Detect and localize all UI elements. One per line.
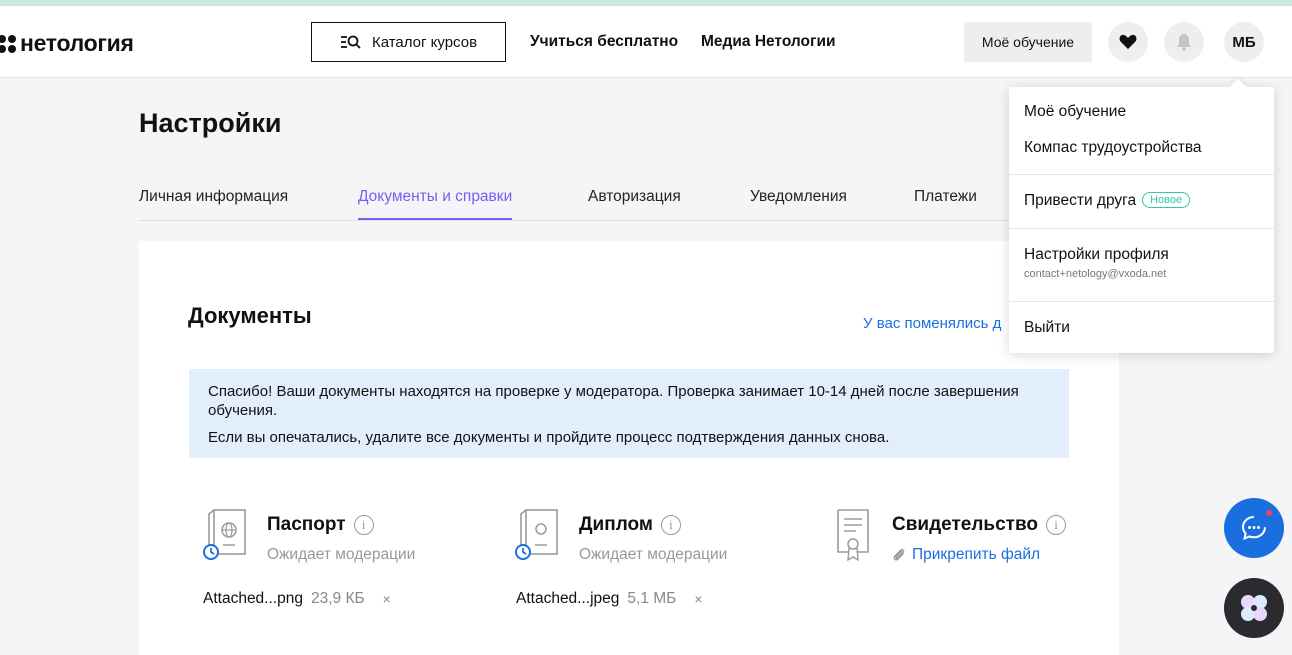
catalog-label: Каталог курсов — [371, 33, 478, 51]
nav-media[interactable]: Медиа Нетологии — [701, 33, 836, 51]
diploma-file-name[interactable]: Attached...jpeg — [516, 590, 619, 608]
passport-status: Ожидает модерации — [267, 546, 416, 563]
passport-title: Паспорт i — [267, 514, 374, 536]
menu-my-learning[interactable]: Моё обучение — [1024, 103, 1126, 121]
tab-personal-info[interactable]: Личная информация — [139, 188, 288, 218]
logo-icon — [0, 34, 16, 53]
paperclip-icon — [893, 548, 905, 561]
passport-file-size: 23,9 КБ — [310, 590, 365, 607]
tab-notifications[interactable]: Уведомления — [750, 188, 847, 218]
notice-text-2: Если вы опечатались, удалите все докумен… — [208, 429, 890, 446]
netology-assistant-button[interactable] — [1224, 578, 1284, 638]
passport-info-icon[interactable]: i — [353, 515, 374, 535]
diploma-info-icon[interactable]: i — [660, 515, 681, 535]
menu-career-compass[interactable]: Компас трудоустройства — [1024, 139, 1202, 157]
settings-tabs: Личная информация Документы и справки Ав… — [139, 188, 1019, 221]
catalog-button[interactable]: Каталог курсов — [311, 22, 506, 62]
tab-authorization[interactable]: Авторизация — [588, 188, 681, 218]
profile-dropdown: Моё обучение Компас трудоустройства Прив… — [1009, 87, 1274, 353]
certificate-info-icon[interactable]: i — [1046, 515, 1066, 535]
header: нетология Каталог курсов Учиться бесплат… — [0, 6, 1292, 78]
chat-notification-dot — [1264, 508, 1274, 518]
diploma-file: Attached...jpeg 5,1 МБ × — [516, 590, 703, 608]
user-email: contact+netology@vxoda.net — [1024, 268, 1167, 280]
passport-file-name[interactable]: Attached...png — [203, 590, 303, 608]
attach-file-label: Прикрепить файл — [912, 546, 1041, 563]
diploma-icon — [515, 509, 558, 560]
documents-title: Документы — [188, 303, 312, 328]
tab-documents[interactable]: Документы и справки — [358, 188, 513, 220]
page-title: Настройки — [139, 108, 282, 138]
notice-text-1: Спасибо! Ваши документы находятся на про… — [208, 383, 1019, 419]
menu-divider — [1009, 228, 1274, 229]
attach-file-link[interactable]: Прикрепить файл — [892, 546, 1040, 564]
menu-profile-settings[interactable]: Настройки профиля — [1024, 246, 1169, 264]
my-learning-button[interactable]: Моё обучение — [964, 22, 1092, 62]
chat-button[interactable] — [1224, 498, 1284, 558]
passport-name: Паспорт — [267, 514, 346, 535]
catalog-search-icon — [340, 35, 361, 49]
notifications-button[interactable] — [1164, 22, 1204, 62]
heart-icon — [1119, 34, 1137, 49]
passport-icon — [203, 509, 246, 560]
nav-learn-free[interactable]: Учиться бесплатно — [530, 33, 678, 51]
avatar[interactable]: МБ — [1224, 22, 1264, 62]
documents-card: Документы У вас поменялись д Спасибо! Ва… — [139, 241, 1119, 655]
passport-file: Attached...png 23,9 КБ × — [203, 590, 391, 608]
documents-changed-link[interactable]: У вас поменялись д — [863, 315, 1001, 332]
diploma-file-remove-icon[interactable]: × — [694, 591, 702, 607]
logo-text: нетология — [20, 30, 134, 56]
diploma-name: Диплом — [579, 514, 653, 535]
certificate-name: Свидетельство — [892, 514, 1038, 535]
passport-file-remove-icon[interactable]: × — [383, 591, 391, 607]
certificate-icon — [837, 509, 869, 562]
tab-payments[interactable]: Платежи — [914, 188, 977, 218]
menu-invite-friend-label: Привести друга — [1024, 192, 1137, 209]
favorites-button[interactable] — [1108, 22, 1148, 62]
moderation-notice: Спасибо! Ваши документы находятся на про… — [189, 369, 1069, 458]
menu-divider — [1009, 301, 1274, 302]
certificate-title: Свидетельство i — [892, 514, 1066, 536]
logo[interactable]: нетология — [0, 30, 134, 57]
menu-logout[interactable]: Выйти — [1024, 319, 1070, 337]
menu-invite-friend[interactable]: Привести друга Новое — [1024, 192, 1191, 210]
diploma-title: Диплом i — [579, 514, 681, 536]
menu-divider — [1009, 174, 1274, 175]
flower-icon — [1241, 595, 1267, 621]
bell-icon — [1177, 34, 1191, 51]
diploma-file-size: 5,1 МБ — [627, 590, 677, 607]
diploma-status: Ожидает модерации — [579, 546, 728, 563]
chat-icon — [1241, 516, 1266, 541]
new-badge: Новое — [1142, 192, 1191, 208]
